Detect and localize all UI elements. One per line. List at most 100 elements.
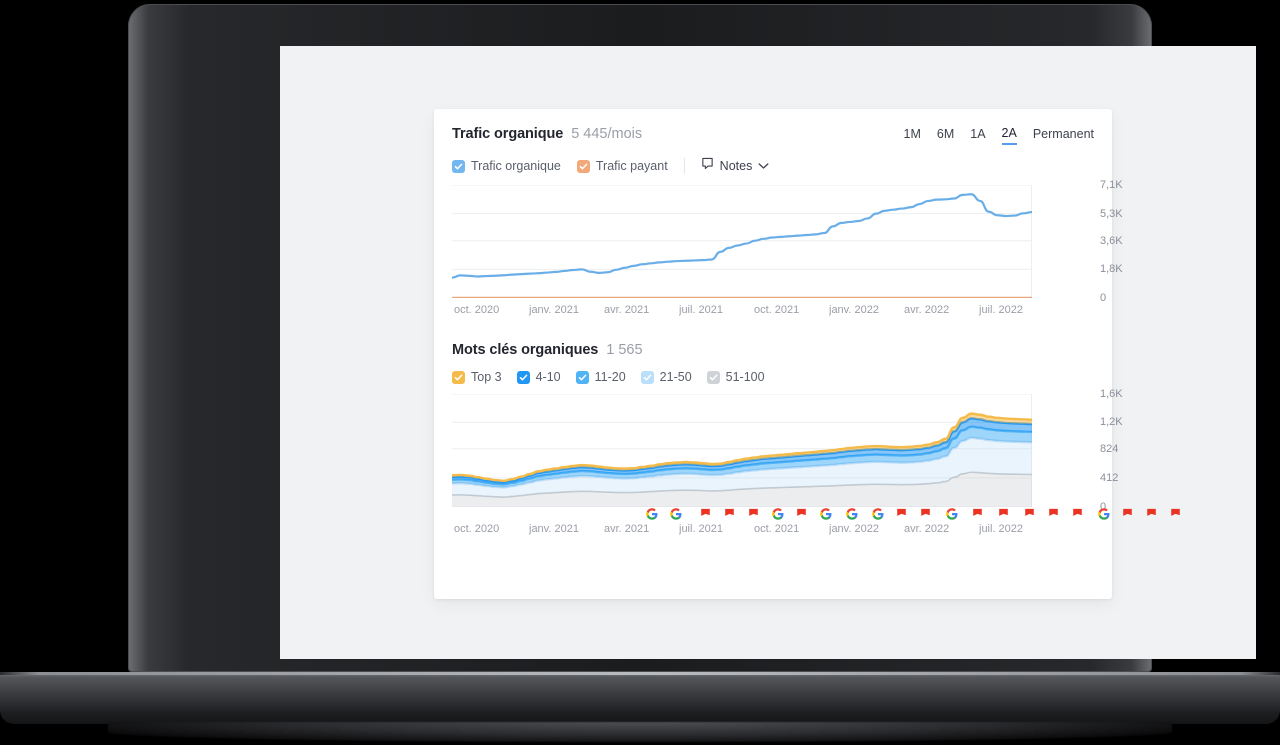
keywords-header: Mots clés organiques 1 565 <box>434 316 1112 358</box>
legend-label: Trafic organique <box>471 159 561 173</box>
event-flag-icon[interactable] <box>920 507 932 519</box>
traffic-chart-block: 0 1,8K 3,6K 5,3K 7,1K oct. 2020 janv. 2021 avr… <box>434 179 1123 316</box>
keywords-title: Mots clés organiques <box>452 342 599 358</box>
keywords-x-axis: oct. 2020 janv. 2021 avr. 2021 juil. 2021 oc… <box>452 523 1094 535</box>
legend-label: 21-50 <box>659 370 692 384</box>
traffic-value: 5 445/mois <box>571 126 643 142</box>
legend-label: 11-20 <box>594 370 626 384</box>
event-flag-icon[interactable] <box>700 507 712 519</box>
y-tick-label: 0 <box>1100 292 1107 304</box>
google-update-icon[interactable] <box>646 507 658 520</box>
y-tick-label: 5,3K <box>1100 207 1123 220</box>
event-flag-icon[interactable] <box>896 507 908 519</box>
x-tick-label: avr. 2022 <box>904 304 950 316</box>
x-tick-label: juil. 2022 <box>979 523 1024 535</box>
y-tick-label: 1,6K <box>1100 388 1123 400</box>
legend-divider <box>683 158 685 174</box>
keywords-value: 1 565 <box>606 342 643 358</box>
traffic-x-axis: oct. 2020 janv. 2021 avr. 2021 juil. 2021 oc… <box>452 304 1094 316</box>
google-update-icon[interactable] <box>946 507 958 520</box>
event-flag-icon[interactable] <box>748 507 760 519</box>
y-tick-label: 1,8K <box>1100 263 1123 276</box>
laptop-lid: Trafic organique 5 445/mois 1M 6M 1A 2A Perm… <box>128 4 1256 672</box>
traffic-y-axis: 0 1,8K 3,6K 5,3K 7,1K <box>1088 179 1152 304</box>
checkbox-icon <box>575 370 589 384</box>
kw-legend-21-50[interactable]: 21-50 <box>640 370 692 384</box>
y-tick-label: 412 <box>1100 471 1119 484</box>
range-1a[interactable]: 1A <box>970 127 985 144</box>
laptop-base <box>0 672 1280 724</box>
x-tick-label: oct. 2020 <box>454 523 500 535</box>
x-tick-label: juil. 2021 <box>679 523 724 535</box>
keywords-chart[interactable]: 0 412 824 1,2K 1,6K <box>452 388 1123 513</box>
x-tick-label: juil. 2021 <box>679 304 724 316</box>
traffic-legend: Trafic organique Trafic payant Notes <box>434 145 1112 175</box>
traffic-chart-svg <box>452 185 1032 298</box>
event-flag-icon[interactable] <box>998 507 1010 519</box>
google-update-icon[interactable] <box>872 507 884 520</box>
analytics-card: Trafic organique 5 445/mois 1M 6M 1A 2A Perm… <box>434 109 1180 599</box>
x-tick-label: oct. 2021 <box>754 304 800 316</box>
legend-label: Top 3 <box>471 370 502 384</box>
checkbox-icon <box>516 370 530 384</box>
event-flag-icon[interactable] <box>1072 507 1084 519</box>
traffic-header: Trafic organique 5 445/mois 1M 6M 1A 2A Perm… <box>434 109 1112 145</box>
google-update-icon[interactable] <box>670 507 682 520</box>
laptop-screen: Trafic organique 5 445/mois 1M 6M 1A 2A Perm… <box>280 46 1256 659</box>
laptop-foot-shadow <box>108 722 1172 742</box>
google-update-icon[interactable] <box>846 507 858 520</box>
y-tick-label: 1,2K <box>1100 416 1123 429</box>
keywords-legend-items: Top 3 4-10 11-20 21-50 51-100 <box>452 370 765 384</box>
traffic-legend-items: Trafic organique Trafic payant <box>452 159 668 173</box>
note-icon <box>701 157 714 175</box>
range-1m[interactable]: 1M <box>904 127 921 144</box>
keywords-chart-block: 0 412 824 1,2K 1,6K oct. 2020 janv. 2021 avr. … <box>434 388 1180 535</box>
checkbox-icon <box>706 370 720 384</box>
event-flag-icon[interactable] <box>724 507 736 519</box>
kw-legend-51-100[interactable]: 51-100 <box>706 370 765 384</box>
x-tick-label: avr. 2022 <box>904 523 950 535</box>
traffic-chart[interactable]: 0 1,8K 3,6K 5,3K 7,1K <box>452 179 1123 304</box>
notes-label: Notes <box>719 159 753 173</box>
event-flag-icon[interactable] <box>1024 507 1036 519</box>
range-permanent[interactable]: Permanent <box>1033 127 1094 144</box>
x-tick-label: oct. 2021 <box>754 523 800 535</box>
event-flag-icon[interactable] <box>796 507 808 519</box>
notes-dropdown[interactable]: Notes <box>701 157 770 175</box>
keywords-chart-svg <box>452 394 1032 507</box>
traffic-legend-trafic-organique[interactable]: Trafic organique <box>452 159 561 173</box>
google-update-icon[interactable] <box>820 507 832 520</box>
x-tick-label: avr. 2021 <box>604 523 650 535</box>
google-update-icon[interactable] <box>772 507 784 520</box>
keywords-y-axis: 0 412 824 1,2K 1,6K <box>1088 388 1152 513</box>
x-tick-label: juil. 2022 <box>979 304 1024 316</box>
legend-label: 4-10 <box>535 370 561 384</box>
range-2a[interactable]: 2A <box>1001 126 1017 145</box>
event-markers <box>452 507 1180 521</box>
kw-legend-top-3[interactable]: Top 3 <box>452 370 502 384</box>
x-tick-label: janv. 2021 <box>529 304 579 316</box>
kw-legend-4-10[interactable]: 4-10 <box>516 370 561 384</box>
checkbox-icon <box>576 159 590 173</box>
event-flag-icon[interactable] <box>1146 507 1158 519</box>
keywords-legend: Top 3 4-10 11-20 21-50 51-100 <box>434 358 1112 384</box>
range-6m[interactable]: 6M <box>937 127 954 144</box>
traffic-legend-trafic-payant[interactable]: Trafic payant <box>576 159 668 173</box>
event-flag-icon[interactable] <box>972 507 984 519</box>
kw-legend-11-20[interactable]: 11-20 <box>575 370 626 384</box>
event-flag-icon[interactable] <box>1170 507 1182 519</box>
x-tick-label: janv. 2022 <box>829 304 879 316</box>
checkbox-icon <box>452 370 465 384</box>
google-update-icon[interactable] <box>1098 507 1110 520</box>
x-tick-label: avr. 2021 <box>604 304 650 316</box>
event-flag-icon[interactable] <box>1122 507 1134 519</box>
chevron-down-icon <box>758 157 769 175</box>
traffic-title: Trafic organique <box>452 126 564 142</box>
y-tick-label: 3,6K <box>1100 234 1123 247</box>
legend-label: 51-100 <box>725 370 765 384</box>
y-tick-label: 824 <box>1100 442 1119 455</box>
x-tick-label: janv. 2021 <box>529 523 579 535</box>
event-flag-icon[interactable] <box>1048 507 1060 519</box>
screenshot-stage: Trafic organique 5 445/mois 1M 6M 1A 2A Perm… <box>0 0 1280 745</box>
time-range-selector[interactable]: 1M 6M 1A 2A Permanent <box>904 126 1094 145</box>
